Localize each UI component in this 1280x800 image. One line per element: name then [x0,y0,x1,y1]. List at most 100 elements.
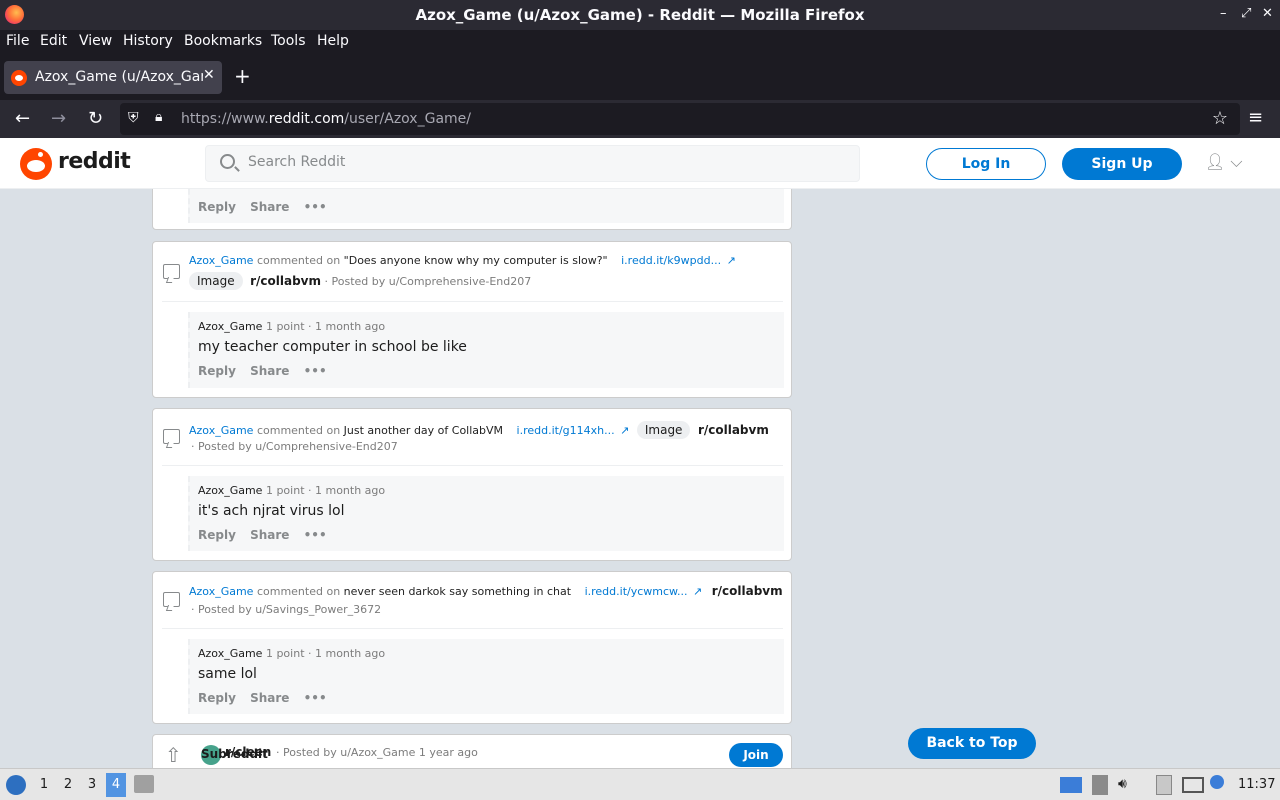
notification-icon[interactable] [1210,775,1224,789]
join-button[interactable]: Join [729,743,783,767]
external-link-icon[interactable]: ↗ [693,585,702,598]
posted-by[interactable]: · Posted by u/Comprehensive-End207 [191,440,398,453]
more-options-button[interactable]: ••• [304,691,327,705]
new-tab-button[interactable]: + [234,64,251,88]
comment-author[interactable]: Azox_Game [198,647,262,660]
subreddit-link[interactable]: r/collabvm [698,423,769,437]
image-badge: Image [636,421,691,439]
reply-button[interactable]: Reply [198,364,236,378]
author-link[interactable]: Azox_Game [189,254,253,267]
nav-toolbar: ← → ↻ ⛨ 🔒︎ https://www.reddit.com/user/A… [0,100,1280,138]
reply-button[interactable]: Reply [198,691,236,705]
comment-icon [163,592,180,607]
lock-icon[interactable]: 🔒︎ [155,109,162,125]
back-button[interactable]: ← [15,108,30,129]
reload-button[interactable]: ↻ [88,108,103,129]
workspace-1[interactable]: 1 [34,777,54,792]
subreddit-link[interactable]: r/cleen [225,745,271,759]
comment-meta: Azox_Game 1 point · 1 month ago [198,320,386,333]
subreddit-link[interactable]: r/collabvm [250,274,321,288]
clipboard-icon[interactable] [1156,775,1172,795]
file-manager-icon[interactable] [134,775,154,793]
share-button[interactable]: Share [250,691,289,705]
comment-actions: Reply Share ••• [198,528,337,542]
menu-view[interactable]: View [79,33,112,49]
post-title[interactable]: Just another day of CollabVM [344,424,503,437]
more-options-button[interactable]: ••• [304,528,327,542]
back-to-top-button[interactable]: Back to Top [908,728,1036,759]
signup-button[interactable]: Sign Up [1062,148,1182,180]
battery-icon[interactable] [1092,775,1108,795]
external-link[interactable]: i.redd.it/g114xh... [517,424,615,437]
menu-edit[interactable]: Edit [40,33,67,49]
post-title[interactable]: "Does anyone know why my computer is slo… [344,254,608,267]
comment-actions: Reply Share ••• [198,200,337,214]
posted-by[interactable]: · Posted by u/Savings_Power_3672 [191,603,381,616]
reddit-wordmark[interactable]: reddit [58,149,131,174]
login-button[interactable]: Log In [926,148,1046,180]
tab-close-icon[interactable]: ✕ [203,67,215,83]
posted-by[interactable]: · Posted by u/Azox_Game 1 year ago [276,746,478,759]
author-link[interactable]: Azox_Game [189,424,253,437]
menu-bookmarks[interactable]: Bookmarks [184,33,262,49]
tab-active[interactable]: Azox_Game (u/Azox_Game) ✕ [4,61,222,94]
workspace-3[interactable]: 3 [82,777,102,792]
reply-button[interactable]: Reply [198,528,236,542]
external-link-icon[interactable]: ↗ [727,254,736,267]
comment-actions: Reply Share ••• [198,691,337,705]
share-button[interactable]: Share [250,200,289,214]
divider [162,628,783,629]
post-meta-2: Image r/collabvm · Posted by u/Comprehen… [189,272,531,290]
post-card[interactable]: ⇧ Subreddit r/cleen · Posted by u/Azox_G… [152,734,792,768]
share-button[interactable]: Share [250,528,289,542]
comment-meta: Azox_Game 1 point · 1 month ago [198,484,386,497]
app-menu-icon[interactable]: ≡ [1248,107,1263,128]
minimize-icon[interactable]: – [1220,6,1227,21]
comment-text: it's ach njrat virus lol [198,503,345,519]
url-bar[interactable]: ⛨ 🔒︎ https://www.reddit.com/user/Azox_Ga… [120,103,1240,135]
start-menu-icon[interactable] [6,775,26,795]
comment-body: Azox_Game 1 point · 1 month ago my teach… [188,312,784,388]
menu-tools[interactable]: Tools [271,33,306,49]
subreddit-link[interactable]: r/collabvm [712,584,783,598]
menu-file[interactable]: File [6,33,29,49]
shield-icon[interactable]: ⛨ [128,110,139,126]
more-options-button[interactable]: ••• [304,364,327,378]
reddit-logo-icon[interactable] [20,148,52,180]
menu-history[interactable]: History [123,33,173,49]
external-link[interactable]: i.redd.it/k9wpdd... [621,254,721,267]
network-icon[interactable] [1182,777,1204,793]
comment-card[interactable]: Azox_Game commented on never seen darkok… [152,571,792,724]
upvote-icon[interactable]: ⇧ [165,743,182,767]
reply-button[interactable]: Reply [198,200,236,214]
comment-card[interactable]: Azox_Game commented on Just another day … [152,408,792,561]
workspace-2[interactable]: 2 [58,777,78,792]
user-menu-icon[interactable]: 👤︎ ⌵ [1205,152,1243,172]
close-icon[interactable]: ✕ [1262,6,1273,21]
window-title: Azox_Game (u/Azox_Game) - Reddit — Mozil… [415,6,865,24]
reddit-header: reddit Log In Sign Up 👤︎ ⌵ [0,138,1280,189]
display-icon[interactable] [1060,777,1082,793]
comment-card[interactable]: Azox_Game commented on "Does anyone know… [152,241,792,398]
more-options-button[interactable]: ••• [304,200,327,214]
post-meta: Azox_Game commented on Just another day … [189,421,769,439]
menu-help[interactable]: Help [317,33,349,49]
url-text[interactable]: https://www.reddit.com/user/Azox_Game/ [181,111,471,127]
share-button[interactable]: Share [250,364,289,378]
external-link[interactable]: i.redd.it/ycwmcw... [585,585,688,598]
workspace-4[interactable]: 4 [106,773,126,797]
external-link-icon[interactable]: ↗ [620,424,629,437]
comment-author[interactable]: Azox_Game [198,320,262,333]
tab-label: Azox_Game (u/Azox_Game) [35,69,203,85]
author-link[interactable]: Azox_Game [189,585,253,598]
search-box[interactable] [205,145,860,182]
bookmark-star-icon[interactable]: ☆ [1212,108,1228,129]
post-meta-2: · Posted by u/Savings_Power_3672 [191,603,381,616]
search-input[interactable] [248,154,848,170]
post-title[interactable]: never seen darkok say something in chat [344,585,571,598]
comment-author[interactable]: Azox_Game [198,484,262,497]
volume-icon[interactable]: 🔊︎ [1118,776,1127,792]
forward-button[interactable]: → [51,108,66,129]
posted-by[interactable]: · Posted by u/Comprehensive-End207 [325,275,532,288]
maximize-icon[interactable]: ⤢ [1241,6,1251,21]
